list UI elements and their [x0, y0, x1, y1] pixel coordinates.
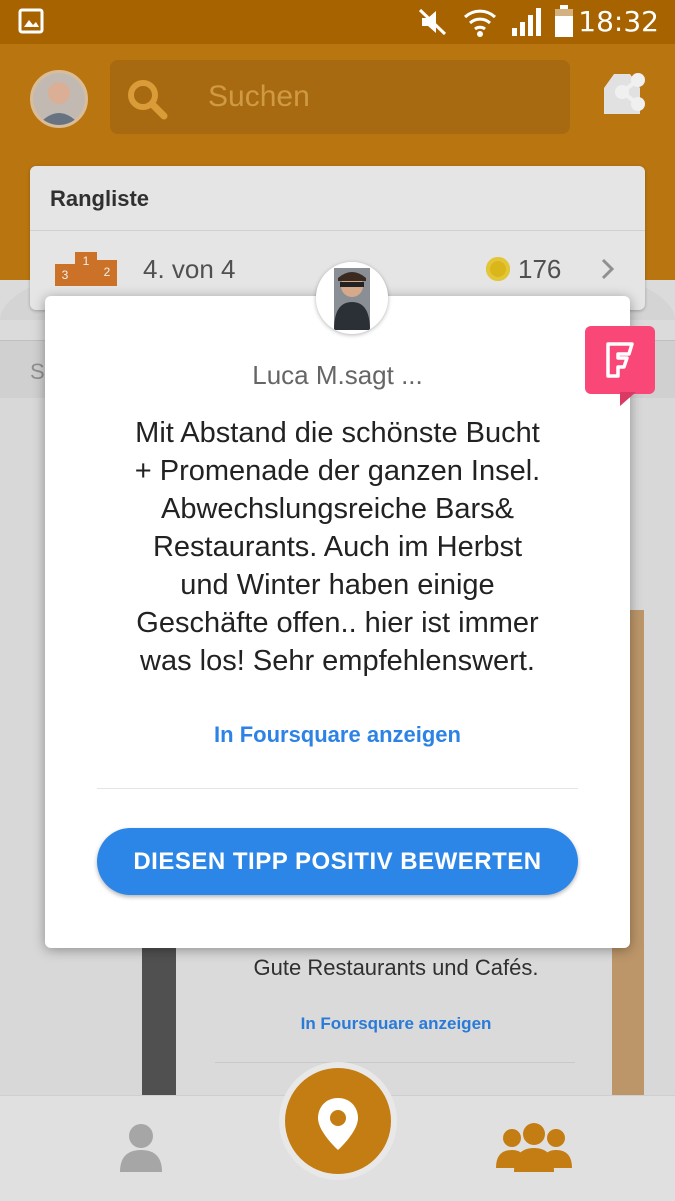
author-says-label: Luca M.sagt ...	[252, 360, 423, 390]
image-icon	[18, 8, 44, 34]
foursquare-logo	[606, 342, 634, 378]
signal-icon	[512, 8, 541, 36]
foursquare-badge-tail	[620, 392, 636, 406]
foursquare-icon	[585, 326, 655, 394]
status-bar: 18:32	[0, 0, 675, 44]
person-icon[interactable]	[118, 1122, 164, 1174]
wifi-icon	[463, 9, 497, 37]
tip-line: Mit Abstand die schönste Bucht	[135, 417, 540, 449]
tip-line: Restaurants. Auch im Herbst	[152, 531, 523, 563]
author-photo	[316, 262, 388, 334]
battery-icon	[555, 5, 573, 37]
tip-line: + Promenade der ganzen Insel.	[134, 455, 541, 487]
tip-line: Geschäfte offen.. hier ist immer	[136, 607, 539, 639]
tip-author-avatar	[316, 262, 388, 334]
clock: 18:32	[578, 5, 659, 38]
foursquare-link[interactable]: In Foursquare anzeigen	[45, 722, 630, 748]
tip-line: Abwechslungsreiche Bars&	[160, 493, 514, 525]
tip-text: Mit Abstand die schönste Bucht + Promena…	[90, 414, 585, 680]
group-icon[interactable]	[496, 1122, 572, 1172]
mute-icon	[418, 8, 447, 36]
tip-line: und Winter haben einige	[180, 569, 495, 601]
divider	[97, 788, 578, 789]
location-pin-icon	[318, 1098, 358, 1150]
tip-line: was los! Sehr empfehlenswert.	[140, 645, 535, 677]
upvote-tip-button[interactable]: DIESEN TIPP POSITIV BEWERTEN	[97, 828, 578, 895]
